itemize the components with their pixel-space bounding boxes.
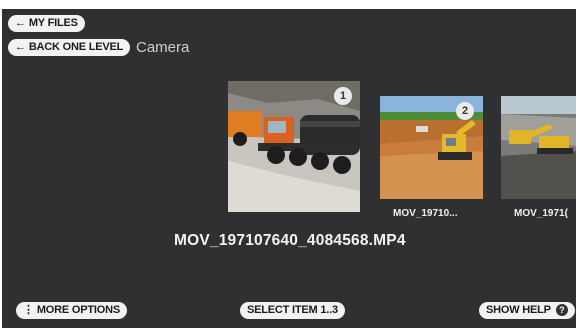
selected-file-name: MOV_197107640_4084568.MP4 bbox=[174, 232, 406, 249]
show-help-label: SHOW HELP bbox=[486, 304, 551, 316]
breadcrumb-current-folder: Camera bbox=[136, 39, 190, 56]
thumbnail-item-3[interactable] bbox=[501, 96, 576, 199]
back-one-level-button[interactable]: ← BACK ONE LEVEL bbox=[8, 39, 131, 56]
construction-site-image bbox=[501, 96, 576, 199]
more-options-label: MORE OPTIONS bbox=[36, 304, 120, 316]
select-item-button[interactable]: SELECT ITEM 1..3 bbox=[240, 302, 345, 319]
more-options-button[interactable]: ⋮ MORE OPTIONS bbox=[16, 302, 127, 319]
my-files-label: MY FILES bbox=[28, 17, 78, 29]
item-number-badge: 1 bbox=[334, 87, 352, 105]
thumbnail-caption-2: MOV_19710... bbox=[393, 208, 458, 219]
select-item-label: SELECT ITEM 1..3 bbox=[247, 304, 338, 316]
show-help-button[interactable]: SHOW HELP? bbox=[479, 302, 575, 319]
question-icon: ? bbox=[555, 304, 568, 317]
arrow-left-icon: ← bbox=[15, 17, 26, 29]
file-browser-screen: ← MY FILES ← BACK ONE LEVEL Camera 1 2 M… bbox=[2, 9, 576, 328]
thumbnail-item-1[interactable]: 1 bbox=[228, 81, 360, 212]
item-number-badge: 2 bbox=[456, 102, 474, 120]
thumbnail-caption-3: MOV_1971( bbox=[514, 208, 568, 219]
my-files-button[interactable]: ← MY FILES bbox=[8, 15, 85, 32]
thumbnail-item-2[interactable]: 2 bbox=[380, 96, 483, 199]
vertical-dots-icon: ⋮ bbox=[23, 304, 34, 316]
back-one-level-label: BACK ONE LEVEL bbox=[28, 41, 124, 53]
arrow-left-icon: ← bbox=[15, 41, 26, 53]
